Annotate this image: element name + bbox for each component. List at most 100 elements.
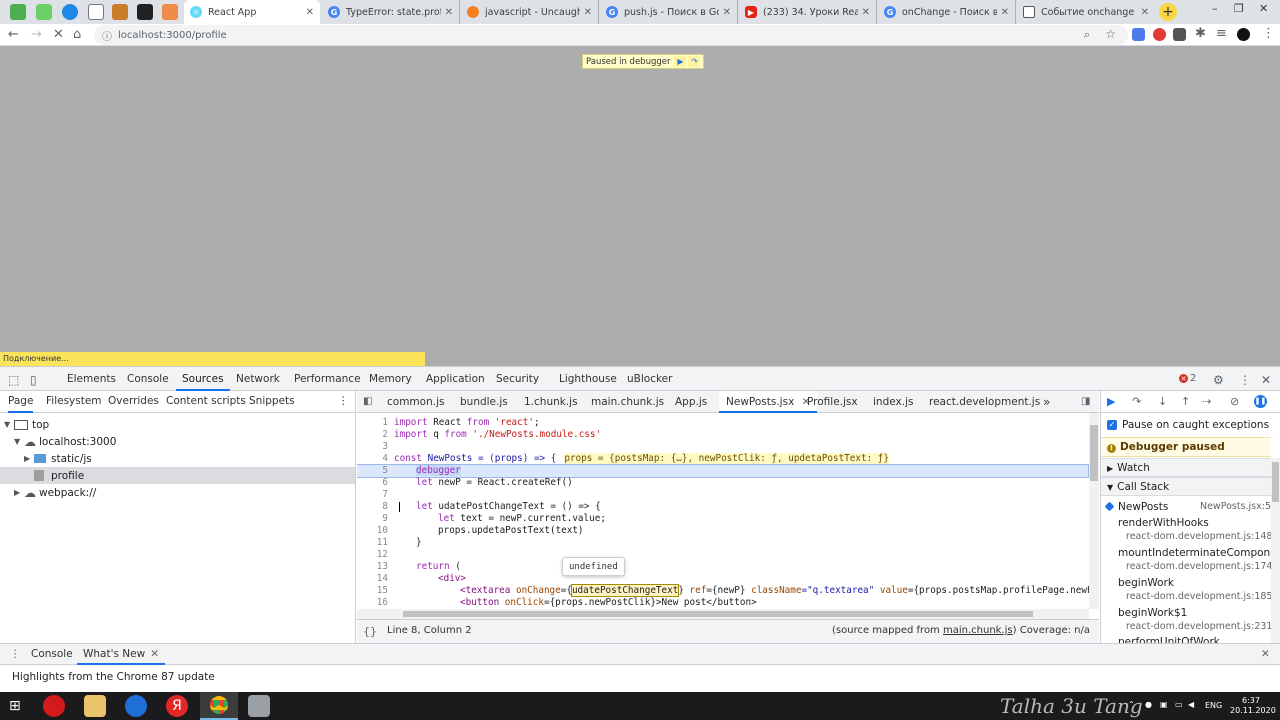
tab-security[interactable]: Security: [496, 367, 539, 391]
tab-memory[interactable]: Memory: [369, 367, 412, 391]
tab-network[interactable]: Network: [236, 367, 280, 391]
expand-down-icon[interactable]: ▼: [4, 420, 14, 429]
firefox-icon[interactable]: [125, 695, 147, 717]
zoom-icon[interactable]: ⌕: [1084, 28, 1090, 42]
forward-icon[interactable]: →: [31, 27, 42, 43]
pinned-tab-5-icon[interactable]: [112, 4, 128, 20]
code-line[interactable]: 16 <button onClick={props.newPostClik}>Ne…: [357, 597, 1088, 609]
more-options-icon[interactable]: ⋮: [1239, 373, 1251, 387]
bookmark-star-icon[interactable]: ☆: [1105, 27, 1116, 41]
pinned-tab-4-icon[interactable]: [88, 4, 104, 20]
step-into-icon[interactable]: ↓: [1158, 395, 1167, 408]
code-line-current[interactable]: 5 debugger: [357, 464, 1089, 478]
settings-gear-icon[interactable]: ⚙: [1213, 373, 1224, 387]
code-line[interactable]: 9 let text = newP.current.value;: [357, 513, 1088, 525]
pause-on-caught-row[interactable]: ✓ Pause on caught exceptions: [1101, 417, 1271, 433]
sidebar-scrollbar[interactable]: [1271, 458, 1280, 643]
tab-console[interactable]: Console: [127, 367, 169, 391]
tree-item-localhost[interactable]: ▼ ☁ localhost:3000: [0, 433, 355, 450]
device-toolbar-icon[interactable]: ▯: [30, 373, 37, 387]
code-line[interactable]: 13 return (: [357, 561, 1088, 573]
line-number[interactable]: 8: [357, 501, 388, 513]
close-icon[interactable]: ✕: [445, 7, 453, 18]
window-close-button[interactable]: ✕: [1259, 2, 1268, 15]
extension-icon[interactable]: [1173, 28, 1186, 41]
error-counter[interactable]: ✕ 2: [1179, 373, 1196, 384]
tab-onchange-html[interactable]: Событие onchange | HTML ✕: [1017, 0, 1155, 24]
pinned-tab-7-icon[interactable]: [162, 4, 178, 20]
resume-icon[interactable]: ▶: [674, 56, 687, 67]
watch-section-header[interactable]: ▶ Watch: [1101, 458, 1271, 477]
code-line[interactable]: 8 let udatePostChangeText = () => {: [357, 501, 1088, 513]
expand-down-icon[interactable]: ▼: [14, 437, 24, 446]
step-over-icon[interactable]: ↷: [688, 56, 701, 67]
close-icon[interactable]: ✕: [862, 7, 870, 18]
line-number[interactable]: 1: [357, 417, 388, 429]
line-number[interactable]: 9: [357, 513, 388, 525]
puzzle-icon[interactable]: ✱: [1195, 26, 1206, 42]
drawer-menu-icon[interactable]: ⋮: [10, 644, 21, 665]
drawer-tab-whats-new[interactable]: What's New ✕: [77, 644, 165, 665]
media-icon[interactable]: ≡: [1216, 26, 1227, 42]
call-frame[interactable]: beginWork react-dom.development.js:18596: [1101, 577, 1271, 605]
clock-date[interactable]: 20.11.2020: [1230, 706, 1276, 715]
close-icon[interactable]: ✕: [1001, 7, 1009, 18]
pinned-tab-1-icon[interactable]: [10, 4, 26, 20]
windows-start-icon[interactable]: ⊞: [9, 698, 25, 714]
editor-tab-bundle-js[interactable]: bundle.js: [460, 391, 508, 413]
app-window-icon[interactable]: [248, 695, 270, 717]
nav-tab-content-scripts[interactable]: Content scripts: [166, 391, 246, 413]
hovered-identifier[interactable]: udatePostChangeText: [570, 584, 680, 597]
extension-translate-icon[interactable]: [1132, 28, 1145, 41]
tab-performance[interactable]: Performance: [294, 367, 361, 391]
code-line[interactable]: 7: [357, 489, 1088, 501]
line-number[interactable]: 13: [357, 561, 388, 573]
close-icon[interactable]: ✕: [306, 7, 314, 18]
step-out-icon[interactable]: ↑: [1181, 395, 1190, 408]
scrollbar-thumb[interactable]: [1090, 425, 1098, 481]
editor-tab-common-js[interactable]: common.js: [387, 391, 444, 413]
toggle-navigator-icon[interactable]: ◧: [363, 391, 377, 413]
tab-elements[interactable]: Elements: [67, 367, 116, 391]
clock-time[interactable]: 6:37: [1242, 696, 1260, 705]
code-editor[interactable]: 1 import React from 'react'; 2 import q fr…: [357, 413, 1099, 609]
close-devtools-icon[interactable]: ✕: [1261, 373, 1271, 387]
editor-tab-newposts-jsx[interactable]: NewPosts.jsx ✕: [719, 391, 818, 413]
line-number[interactable]: 6: [357, 477, 388, 489]
more-tabs-icon[interactable]: »: [1043, 391, 1050, 413]
tree-item-profile[interactable]: profile: [0, 467, 355, 484]
url-text[interactable]: localhost:3000/profile: [118, 30, 227, 41]
yandex-browser-icon[interactable]: Я: [166, 695, 188, 717]
pretty-print-button[interactable]: {}: [363, 625, 377, 638]
tab-application[interactable]: Application: [426, 367, 485, 391]
step-icon[interactable]: ⇢: [1202, 395, 1211, 408]
tab-youtube[interactable]: ▶ (233) 34. Уроки React JS - ( ✕: [739, 0, 877, 24]
call-frame[interactable]: performUnitOfWork: [1101, 636, 1271, 643]
tree-item-top[interactable]: ▼ top: [0, 416, 355, 433]
code-line[interactable]: 2 import q from './NewPosts.module.css': [357, 429, 1088, 441]
editor-horizontal-scrollbar[interactable]: [357, 609, 1089, 619]
code-line[interactable]: 6 let newP = React.createRef(): [357, 477, 1088, 489]
line-number[interactable]: 3: [357, 441, 388, 453]
call-frame[interactable]: renderWithHooks react-dom.development.js…: [1101, 517, 1271, 545]
call-frame-current[interactable]: NewPosts NewPosts.jsx:5: [1101, 500, 1271, 514]
checkbox-checked-icon[interactable]: ✓: [1107, 420, 1117, 430]
tab-sources[interactable]: Sources: [176, 367, 230, 391]
tab-react-app[interactable]: ⚛ React App ✕: [184, 0, 320, 24]
tree-item-webpack[interactable]: ▶ ☁ webpack://: [0, 484, 355, 501]
editor-tab-profile-jsx[interactable]: Profile.jsx: [807, 391, 858, 413]
navigator-more-icon[interactable]: ⋮: [338, 391, 349, 413]
profile-avatar-icon[interactable]: [1237, 28, 1250, 41]
source-map-link[interactable]: main.chunk.js: [943, 625, 1013, 636]
code-line[interactable]: 12: [357, 549, 1088, 561]
code-line[interactable]: 1 import React from 'react';: [357, 417, 1088, 429]
opera-icon[interactable]: [43, 695, 65, 717]
pinned-tab-2-icon[interactable]: [36, 4, 52, 20]
close-icon[interactable]: ✕: [584, 7, 592, 18]
line-number[interactable]: 5: [357, 465, 388, 477]
pause-on-exceptions-icon[interactable]: ❚❚: [1254, 395, 1267, 408]
line-number[interactable]: 16: [357, 597, 388, 609]
minimize-button[interactable]: –: [1212, 2, 1218, 15]
expand-right-icon[interactable]: ▶: [14, 488, 24, 497]
extension-opera-icon[interactable]: [1153, 28, 1166, 41]
